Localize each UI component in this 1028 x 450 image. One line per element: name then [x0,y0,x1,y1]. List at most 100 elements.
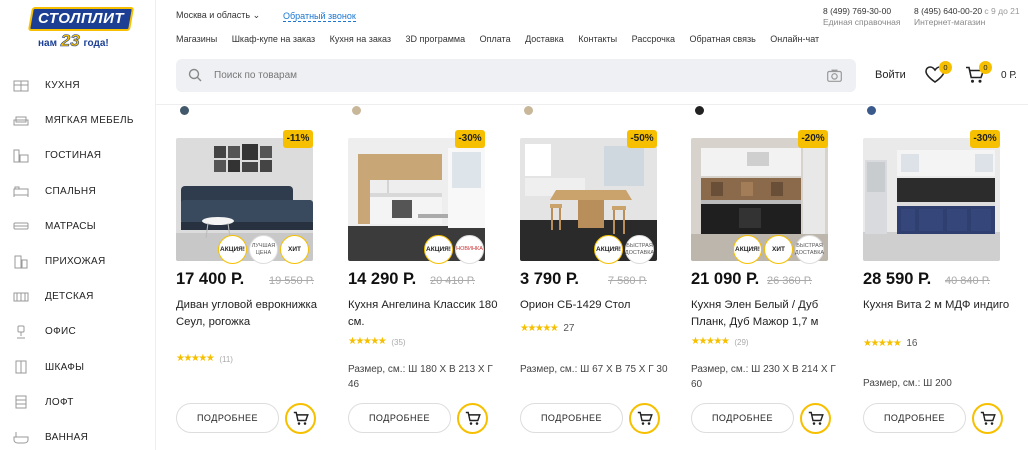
product-tag: НОВИНКА [455,235,484,264]
cart-sum: 0 Р. [1001,70,1017,81]
add-to-cart-button[interactable] [285,403,316,434]
review-count[interactable]: (11) [219,355,233,364]
sidebar-item-label: ОФИС [45,326,76,338]
product-card[interactable]: -11% АКЦИЯ! ЛУЧШАЯ ЦЕНА ХИТ 17 400 Р. 19 550 … [176,104,336,450]
product-name[interactable]: Диван угловой еврокнижка Сеул, рогожка [176,297,326,331]
product-name[interactable]: Кухня Вита 2 м МДФ индиго [863,297,1013,314]
product-card[interactable]: -30% 28 590 Р. 40 840 Р. Кухня Вита 2 м МДФ… [863,104,1023,450]
sidebar-item[interactable]: МЯГКАЯ МЕБЕЛЬ [0,103,156,138]
cart-button[interactable]: 0 [965,61,992,84]
product-rating: ★★★★★ (11) [176,354,233,364]
color-swatch[interactable] [695,106,704,115]
review-count[interactable]: (29) [734,338,748,347]
camera-icon[interactable] [827,69,842,82]
logo-plate: СТОЛПЛИТ [27,7,135,31]
product-tags: АКЦИЯ! БЫСТРАЯ ДОСТАВКА [594,235,656,264]
details-button[interactable]: ПОДРОБНЕЕ [348,403,451,433]
sidebar-item[interactable]: ШКАФЫ [0,350,156,385]
product-card[interactable]: -30% АКЦИЯ! НОВИНКА 14 290 Р. 20 410 Р. Кухня… [348,104,508,450]
search-icon[interactable] [188,68,202,82]
bed-icon [13,186,29,198]
sidebar-item[interactable]: ДЕТСКАЯ [0,279,156,314]
product-name[interactable]: Кухня Ангелина Классик 180 см. [348,297,498,331]
add-to-cart-button[interactable] [457,403,488,434]
phone-shop[interactable]: 8 (495) 640-00-20 с 9 до 21 [914,6,1020,16]
details-button[interactable]: ПОДРОБНЕЕ [176,403,279,433]
discount-badge: -20% [798,130,828,148]
product-price: 3 790 Р. [520,270,579,288]
product-tags: АКЦИЯ! НОВИНКА [424,235,486,264]
nav-link[interactable]: Рассрочка [632,34,675,44]
rating-stars-icon: ★★★★★ [520,322,559,334]
phone-helpdesk[interactable]: 8 (499) 769-30-00 [823,6,891,16]
callback-link[interactable]: Обратный звонок [283,11,356,22]
nav-link[interactable]: Обратная связь [689,34,755,44]
region-label: Москва и область [176,10,251,20]
logo-brand: СТОЛПЛИТ [37,10,125,27]
product-old-price: 19 550 Р. [269,275,315,287]
product-old-price: 20 410 Р. [430,275,476,287]
product-card[interactable]: -20% АКЦИЯ! ХИТ БЫСТРАЯ ДОСТАВКА 21 090 Р. 26… [691,104,851,450]
details-button[interactable]: ПОДРОБНЕЕ [520,403,623,433]
product-tag: ХИТ [764,235,793,264]
review-count[interactable]: 16 [906,338,917,349]
sidebar-item[interactable]: ПРИХОЖАЯ [0,244,156,279]
product-old-price: 26 360 Р. [767,275,813,287]
cart-icon [980,411,996,425]
nav-link[interactable]: 3D программа [406,34,466,44]
favorites-button[interactable]: 0 [925,61,952,84]
product-rating: ★★★★★ 16 [863,338,917,349]
color-swatch[interactable] [867,106,876,115]
sidebar-item[interactable]: МАТРАСЫ [0,209,156,244]
sidebar-item-label: МАТРАСЫ [45,220,96,232]
product-name[interactable]: Кухня Элен Белый / Дуб Планк, Дуб Мажор … [691,297,841,331]
color-swatch[interactable] [352,106,361,115]
details-button[interactable]: ПОДРОБНЕЕ [691,403,794,433]
search-input[interactable] [214,59,794,92]
nav-link[interactable]: Онлайн-чат [770,34,819,44]
add-to-cart-button[interactable] [629,403,660,434]
product-tag: АКЦИЯ! [424,235,453,264]
login-link[interactable]: Войти [875,69,906,81]
phone-shop-label: Интернет-магазин [914,17,986,27]
sidebar-item-label: СПАЛЬНЯ [45,185,96,197]
sidebar-item[interactable]: СПАЛЬНЯ [0,174,156,209]
rating-stars-icon: ★★★★★ [863,337,902,349]
logo[interactable]: СТОЛПЛИТ нам 23 года! [27,7,135,50]
region-selector[interactable]: Москва и область ⌄ [176,10,260,21]
nav-link[interactable]: Доставка [525,34,564,44]
chevron-down-icon: ⌄ [252,10,261,20]
details-button[interactable]: ПОДРОБНЕЕ [863,403,966,433]
product-tag: ЛУЧШАЯ ЦЕНА [249,235,278,264]
nav-link[interactable]: Магазины [176,34,217,44]
review-count[interactable]: 27 [563,323,574,334]
sidebar-item[interactable]: ГОСТИНАЯ [0,138,156,173]
favorites-count-badge: 0 [939,61,952,74]
bathroom-icon [13,432,29,444]
product-card[interactable]: -50% АКЦИЯ! БЫСТРАЯ ДОСТАВКА 3 790 Р. 7 580 … [520,104,680,450]
sidebar-item[interactable]: ОФИС [0,314,156,349]
rating-stars-icon: ★★★★★ [691,336,730,347]
review-count[interactable]: (35) [391,338,405,347]
product-name[interactable]: Орион СБ-1429 Стол [520,297,670,314]
color-swatch[interactable] [524,106,533,115]
add-to-cart-button[interactable] [800,403,831,434]
sidebar-item[interactable]: КУХНЯ [0,68,156,103]
search-bar [176,59,856,92]
cart-icon [465,411,481,425]
nav-link[interactable]: Кухня на заказ [330,34,391,44]
sidebar-item-label: ШКАФЫ [45,361,85,373]
add-to-cart-button[interactable] [972,403,1003,434]
sidebar-item[interactable]: ЛОФТ [0,385,156,420]
sidebar-item[interactable]: ВАННАЯ [0,420,156,450]
product-tag: АКЦИЯ! [733,235,762,264]
nav-link[interactable]: Шкаф-купе на заказ [232,34,315,44]
product-image[interactable] [863,138,1000,261]
color-swatch[interactable] [180,106,189,115]
product-tag: БЫСТРАЯ ДОСТАВКА [625,235,654,264]
nav-link[interactable]: Оплата [480,34,511,44]
product-tag: АКЦИЯ! [218,235,247,264]
phone-shop-hours: с 9 до 21 [984,6,1020,16]
nav-link[interactable]: Контакты [578,34,617,44]
sidebar-item-label: ПРИХОЖАЯ [45,256,106,268]
